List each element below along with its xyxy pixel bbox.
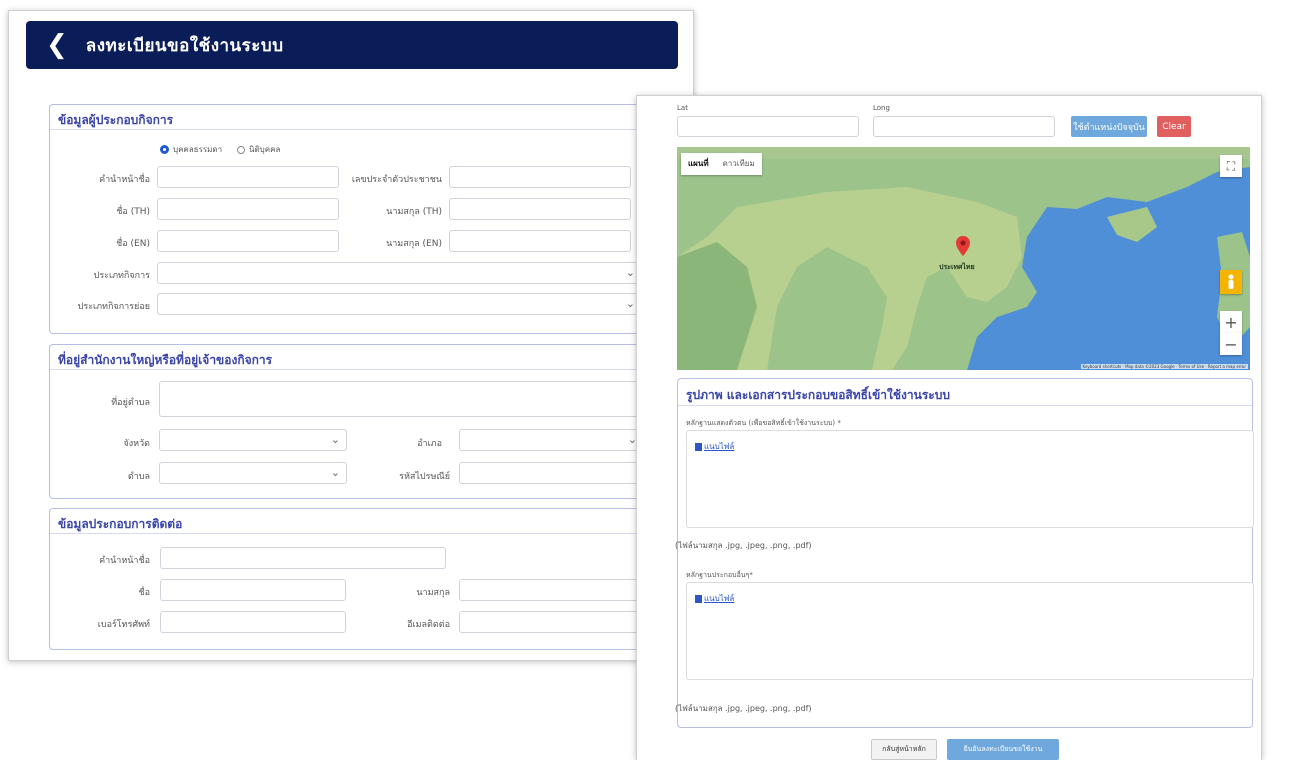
file-type-hint: (ไฟล์นามสกุล .jpg, .jpeg, .png, .pdf) (675, 541, 812, 550)
map-image (677, 147, 1250, 370)
upload-dropzone[interactable]: แนบไฟล์ (686, 430, 1254, 528)
field-label: ที่อยู่ตำบล (111, 398, 150, 408)
contact-first-name-input[interactable] (160, 579, 346, 601)
id-number-input[interactable] (449, 166, 631, 188)
contact-prefix-input[interactable] (160, 547, 446, 569)
radio-label: บุคคลธรรมดา (173, 145, 223, 154)
field-label: นามสกุล (TH) (386, 207, 442, 217)
section-title: ที่อยู่สำนักงานใหญ่หรือที่อยู่เจ้าของกิจ… (58, 353, 273, 367)
last-name-th-input[interactable] (449, 198, 631, 220)
field-label: รหัสไปรษณีย์ (399, 472, 450, 482)
field-label: ประเภทกิจการย่อย (77, 302, 150, 312)
chevron-down-icon: ⌄ (625, 297, 635, 310)
fullscreen-icon[interactable]: ⛶ (1220, 155, 1242, 177)
map-tab-roadmap[interactable]: แผนที่ (681, 153, 716, 175)
field-label: เลขประจำตัวประชาชน (351, 175, 442, 185)
radio-label: นิติบุคคล (249, 145, 281, 154)
radio-juristic[interactable]: นิติบุคคล (237, 143, 280, 156)
contact-section: ข้อมูลประกอบการติดต่อ คำนำหน้าชื่อ ชื่อ … (49, 508, 671, 650)
field-label: นามสกุล (416, 588, 450, 598)
pegman-icon[interactable] (1220, 270, 1242, 294)
lat-label: Lat (677, 104, 688, 112)
prefix-input[interactable] (157, 166, 339, 188)
clear-button[interactable]: Clear (1157, 116, 1191, 137)
province-select[interactable]: ⌄ (159, 429, 347, 451)
contact-email-input[interactable] (459, 611, 644, 633)
section-title: ข้อมูลผู้ประกอบกิจการ (58, 113, 174, 127)
postal-code-input[interactable] (459, 462, 644, 484)
radio-selected-icon (160, 145, 169, 154)
map-tab-satellite[interactable]: ดาวเทียม (716, 153, 762, 175)
upload-label: หลักฐานประกอบอื่นๆ* (686, 571, 753, 579)
page-header: ❮ ลงทะเบียนขอใช้งานระบบ (26, 21, 678, 69)
district-select[interactable]: ⌄ (459, 429, 644, 451)
chevron-down-icon: ⌄ (625, 266, 635, 279)
first-name-th-input[interactable] (157, 198, 339, 220)
map-view[interactable]: แผนที่ ดาวเทียม ประเทศไทย ⛶ + − Keyboard… (677, 147, 1250, 370)
contact-phone-input[interactable] (160, 611, 346, 633)
upload-link[interactable]: แนบไฟล์ (695, 592, 734, 605)
field-label: ตำบล (127, 472, 150, 482)
zoom-in-icon[interactable]: + (1220, 311, 1242, 333)
long-input[interactable] (873, 116, 1055, 137)
page-title: ลงทะเบียนขอใช้งานระบบ (85, 35, 284, 56)
section-title: รูปภาพ และเอกสารประกอบขอสิทธิ์เข้าใช้งาน… (686, 388, 950, 402)
map-attribution: Keyboard shortcuts · Map data ©2023 Goog… (1080, 364, 1248, 369)
operator-info-section: ข้อมูลผู้ประกอบกิจการ บุคคลธรรมดา นิติบุ… (49, 104, 671, 334)
upload-dropzone[interactable]: แนบไฟล์ (686, 582, 1254, 680)
field-label: อำเภอ (417, 439, 442, 449)
locate-button[interactable]: ใช้ตำแหน่งปัจจุบัน (1071, 116, 1147, 137)
chevron-left-icon[interactable]: ❮ (46, 30, 68, 60)
radio-unselected-icon (237, 145, 245, 154)
section-title: ข้อมูลประกอบการติดต่อ (58, 517, 183, 531)
field-label: ชื่อ (TH) (116, 207, 150, 217)
field-label: ชื่อ (EN) (116, 239, 150, 249)
chevron-down-icon: ⌄ (330, 433, 340, 446)
back-to-home-button[interactable]: กลับสู่หน้าหลัก (871, 739, 937, 760)
radio-individual[interactable]: บุคคลธรรมดา (160, 143, 222, 156)
field-label: อีเมลติดต่อ (407, 620, 450, 630)
upload-link[interactable]: แนบไฟล์ (695, 440, 734, 453)
upload-link-text: แนบไฟล์ (704, 594, 735, 603)
zoom-out-icon[interactable]: − (1220, 333, 1242, 355)
file-type-hint: (ไฟล์นามสกุล .jpg, .jpeg, .png, .pdf) (675, 704, 812, 713)
upload-label: หลักฐานแสดงตัวตน (เพื่อขอสิทธิ์เข้าใช้งา… (686, 419, 841, 427)
submit-registration-button[interactable]: ยืนยันลงทะเบียนขอใช้งาน (947, 739, 1059, 760)
last-name-en-input[interactable] (449, 230, 631, 252)
registration-window: ❮ ลงทะเบียนขอใช้งานระบบ ข้อมูลผู้ประกอบก… (8, 10, 694, 661)
map-marker-icon[interactable] (956, 236, 970, 256)
file-icon (695, 442, 702, 451)
upload-link-text: แนบไฟล์ (704, 442, 735, 451)
field-label: เบอร์โทรศัพท์ (97, 620, 150, 630)
field-label: ชื่อ (138, 588, 150, 598)
field-label: คำนำหน้าชื่อ (99, 175, 150, 185)
field-label: ประเภทกิจการ (93, 271, 150, 281)
field-label: นามสกุล (EN) (386, 239, 442, 249)
map-country-label: ประเทศไทย (939, 263, 975, 271)
first-name-en-input[interactable] (157, 230, 339, 252)
field-label: คำนำหน้าชื่อ (99, 556, 150, 566)
address-textarea[interactable] (159, 381, 644, 417)
location-documents-window: Lat Long ใช้ตำแหน่งปัจจุบัน Clear แผนที่… (636, 95, 1262, 760)
lat-input[interactable] (677, 116, 859, 137)
business-subtype-select[interactable]: ⌄ (157, 293, 642, 315)
subdistrict-select[interactable]: ⌄ (159, 462, 347, 484)
file-icon (695, 594, 702, 603)
field-label: จังหวัด (123, 439, 151, 449)
map-type-tabs: แผนที่ ดาวเทียม (681, 153, 762, 175)
business-type-select[interactable]: ⌄ (157, 262, 642, 284)
contact-last-name-input[interactable] (459, 579, 644, 601)
address-section: ที่อยู่สำนักงานใหญ่หรือที่อยู่เจ้าของกิจ… (49, 344, 671, 499)
long-label: Long (873, 104, 890, 112)
chevron-down-icon: ⌄ (330, 466, 340, 479)
